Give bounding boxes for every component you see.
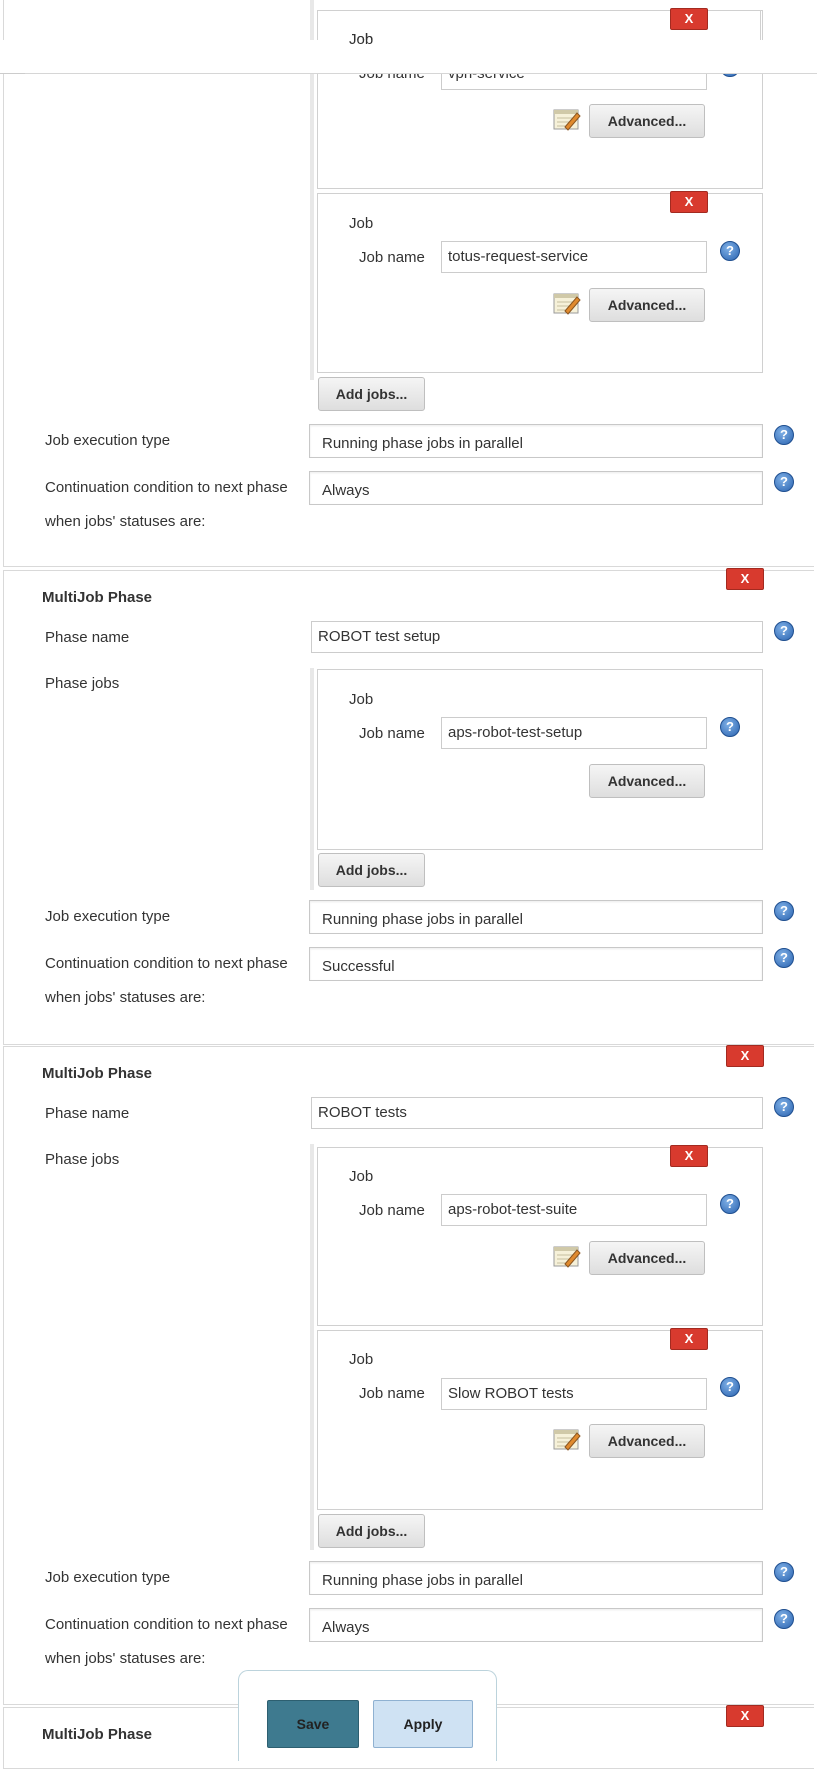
job-execution-type-label: Job execution type [45,1569,171,1586]
job-name-input[interactable]: aps-robot-test-setup [441,717,707,749]
continuation-label-line2: when jobs' statuses are: [45,513,206,530]
header-line [25,73,817,74]
job-card [317,669,763,850]
continuation-condition-select[interactable]: Always [309,471,763,505]
continuation-condition-select[interactable]: Always [309,1608,763,1642]
phase-name-label: Phase name [45,629,130,646]
job-execution-type-select[interactable]: Running phase jobs in parallel [309,424,763,458]
help-icon[interactable]: ? [720,1377,740,1397]
job-card [317,193,763,373]
help-icon[interactable]: ? [774,1562,794,1582]
job-execution-type-select[interactable]: Running phase jobs in parallel [309,900,763,934]
job-card-left-border [317,10,318,40]
delete-job-button[interactable]: X [670,8,708,30]
job-name-label: Job name [359,1385,425,1402]
phase-jobs-label: Phase jobs [45,1151,120,1168]
apply-button[interactable]: Apply [373,1700,473,1748]
continuation-label-line2: when jobs' statuses are: [45,1650,206,1667]
advanced-button[interactable]: Advanced... [589,288,705,322]
job-execution-type-label: Job execution type [45,908,171,925]
help-icon[interactable]: ? [720,1194,740,1214]
delete-phase-button[interactable]: X [726,568,764,590]
job-card [317,1330,763,1510]
job-name-input[interactable]: Slow ROBOT tests [441,1378,707,1410]
job-card [317,1147,763,1326]
help-icon[interactable]: ? [774,901,794,921]
notepad-icon [553,107,581,135]
delete-job-button[interactable]: X [670,1328,708,1350]
multijob-phase-heading: MultiJob Phase [42,1065,153,1082]
job-name-label: Job name [359,1202,425,1219]
phase-jobs-label: Phase jobs [45,675,120,692]
job-heading-overlay: Job [349,31,374,48]
add-jobs-button[interactable]: Add jobs... [318,377,425,411]
notepad-icon [553,1427,581,1455]
delete-job-button[interactable]: X [670,191,708,213]
delete-job-button[interactable]: X [670,1145,708,1167]
delete-phase-button[interactable]: X [726,1045,764,1067]
job-name-input[interactable]: totus-request-service [441,241,707,273]
advanced-button[interactable]: Advanced... [589,1424,705,1458]
continuation-label-line1: Continuation condition to next phase [45,955,288,972]
job-heading: Job [349,1351,374,1368]
advanced-button[interactable]: Advanced... [589,104,705,138]
phase-name-label: Phase name [45,1105,130,1122]
phase-jobs-rail [310,668,314,890]
help-icon[interactable]: ? [720,241,740,261]
advanced-button[interactable]: Advanced... [589,1241,705,1275]
phase-name-input[interactable]: ROBOT test setup [311,621,763,653]
help-icon[interactable]: ? [774,948,794,968]
notepad-icon [553,291,581,319]
job-card [317,10,763,189]
help-icon[interactable]: ? [774,472,794,492]
job-execution-type-label: Job execution type [45,432,171,449]
job-name-label: Job name [359,249,425,266]
help-icon[interactable]: ? [774,1097,794,1117]
job-card-right-border [760,10,761,40]
phase-jobs-rail [310,1144,314,1550]
help-icon[interactable]: ? [774,425,794,445]
multijob-phase-heading: MultiJob Phase [42,589,153,606]
phase-jobs-rail-top [310,0,314,40]
add-jobs-button[interactable]: Add jobs... [318,1514,425,1548]
job-execution-type-select[interactable]: Running phase jobs in parallel [309,1561,763,1595]
job-name-input[interactable]: aps-robot-test-suite [441,1194,707,1226]
header-line-left [0,73,25,74]
job-heading: Job [349,215,374,232]
continuation-label-line1: Continuation condition to next phase [45,479,288,496]
help-icon[interactable]: ? [774,621,794,641]
advanced-button[interactable]: Advanced... [589,764,705,798]
phase-name-input[interactable]: ROBOT tests [311,1097,763,1129]
multijob-phase-heading: MultiJob Phase [42,1726,153,1743]
job-name-label: Job name [359,725,425,742]
help-icon[interactable]: ? [774,1609,794,1629]
jenkins-config-page: { "labels": { "job": "Job", "job_name": … [0,0,817,1769]
notepad-icon [553,1244,581,1272]
continuation-label-line2: when jobs' statuses are: [45,989,206,1006]
add-jobs-button[interactable]: Add jobs... [318,853,425,887]
sticky-header [0,40,817,74]
continuation-condition-select[interactable]: Successful [309,947,763,981]
save-button[interactable]: Save [267,1700,359,1748]
job-heading: Job [349,1168,374,1185]
continuation-label-line1: Continuation condition to next phase [45,1616,288,1633]
delete-phase-button[interactable]: X [726,1705,764,1727]
job-heading: Job [349,691,374,708]
help-icon[interactable]: ? [720,717,740,737]
